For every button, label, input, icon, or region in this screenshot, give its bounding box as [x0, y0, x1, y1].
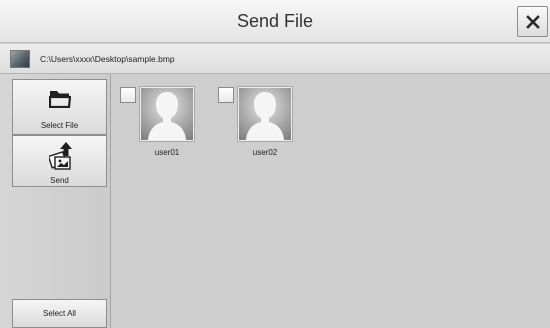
select-file-label: Select File	[40, 121, 79, 130]
file-path-bar: C:\Users\xxxx\Desktop\sample.bmp	[0, 44, 550, 74]
user-list-area: user01 user02	[111, 74, 550, 328]
select-file-button[interactable]: Select File	[12, 79, 107, 135]
send-button[interactable]: Send	[12, 135, 107, 187]
select-all-button[interactable]: Select All	[12, 299, 107, 328]
user-avatar-icon[interactable]	[140, 87, 194, 141]
send-files-icon	[47, 142, 72, 170]
close-button[interactable]	[517, 6, 548, 37]
close-icon	[525, 14, 540, 29]
folder-icon	[48, 91, 72, 109]
file-path: C:\Users\xxxx\Desktop\sample.bmp	[40, 54, 175, 64]
user-tile: user02	[218, 87, 298, 167]
send-label: Send	[50, 176, 69, 185]
image-file-icon	[10, 50, 30, 68]
user-checkbox[interactable]	[120, 87, 136, 103]
user-checkbox[interactable]	[218, 87, 234, 103]
user-avatar-icon[interactable]	[238, 87, 292, 141]
user-name: user01	[154, 148, 180, 157]
user-name: user02	[252, 148, 278, 157]
select-all-label: Select All	[43, 309, 76, 318]
user-tile: user01	[120, 87, 200, 167]
sidebar: Select File Send Select All	[0, 74, 111, 328]
window-title: Send File	[236, 11, 314, 31]
title-bar: Send File	[0, 0, 550, 43]
